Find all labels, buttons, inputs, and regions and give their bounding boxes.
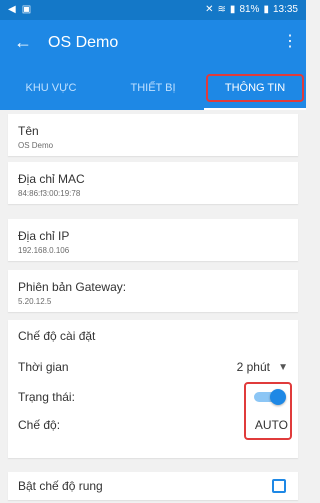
tab-highlight-box	[206, 74, 304, 102]
settings-title: Chế độ cài đặt	[18, 329, 96, 343]
tab-bar: KHU VỰC THIẾT BỊ THÔNG TIN	[0, 66, 306, 110]
more-vert-icon[interactable]: ⋮	[282, 32, 298, 52]
ip-card: Địa chỉ IP 192.168.0.106	[8, 219, 298, 261]
settings-card: Chế độ cài đặt Thời gian 2 phút ▼ Trạng …	[8, 320, 298, 458]
status-label: Trạng thái:	[18, 390, 75, 404]
wifi-icon: ≋	[217, 4, 226, 15]
status-right: ✕ ≋ ▮ 81% ▮ 13:35	[205, 4, 298, 15]
app-bar: ← OS Demo ⋮	[0, 20, 306, 66]
toggle-thumb	[270, 389, 286, 405]
page-title: OS Demo	[48, 34, 119, 51]
battery-icon: ▮	[263, 4, 269, 15]
name-label: Tên	[18, 124, 39, 138]
back-arrow-icon[interactable]: ←	[14, 31, 32, 53]
back-icon: ◀	[8, 4, 16, 15]
ip-label: Địa chỉ IP	[18, 229, 70, 243]
chevron-down-icon[interactable]: ▼	[278, 362, 288, 373]
status-bar: ◀ ▣ ✕ ≋ ▮ 81% ▮ 13:35	[0, 0, 306, 20]
battery-percent: 81%	[239, 4, 260, 15]
tab-khu-vuc[interactable]: KHU VỰC	[0, 66, 102, 110]
name-card: Tên OS Demo	[8, 114, 298, 156]
time-label: Thời gian	[18, 360, 69, 374]
signal-icon: ▮	[229, 4, 236, 15]
mac-label: Địa chỉ MAC	[18, 172, 85, 186]
mute-icon: ✕	[205, 4, 214, 15]
mode-value: AUTO	[254, 418, 288, 432]
gateway-card: Phiên bản Gateway: 5.20.12.5	[8, 270, 298, 312]
mode-label: Chế độ:	[18, 418, 61, 432]
mac-value: 84:86:f3:00:19:78	[18, 189, 81, 198]
status-left: ◀ ▣	[8, 4, 31, 15]
status-toggle[interactable]	[254, 389, 286, 405]
tab-thiet-bi[interactable]: THIẾT BỊ	[102, 66, 204, 110]
vibration-checkbox[interactable]	[272, 479, 286, 493]
tab-label: THIẾT BỊ	[130, 82, 176, 94]
mac-card: Địa chỉ MAC 84:86:f3:00:19:78	[8, 162, 298, 204]
vibration-label: Bật chế độ rung	[18, 479, 103, 493]
time-value[interactable]: 2 phút	[237, 360, 270, 374]
status-time: 13:35	[272, 4, 298, 15]
gateway-label: Phiên bản Gateway:	[18, 280, 127, 294]
gateway-value: 5.20.12.5	[18, 297, 52, 306]
tab-thong-tin[interactable]: THÔNG TIN	[204, 66, 306, 110]
name-value: OS Demo	[18, 141, 54, 150]
tab-label: KHU VỰC	[25, 82, 77, 94]
ip-value: 192.168.0.106	[18, 246, 70, 255]
gallery-icon: ▣	[21, 4, 32, 15]
vibration-card: Bật chế độ rung	[8, 472, 298, 500]
